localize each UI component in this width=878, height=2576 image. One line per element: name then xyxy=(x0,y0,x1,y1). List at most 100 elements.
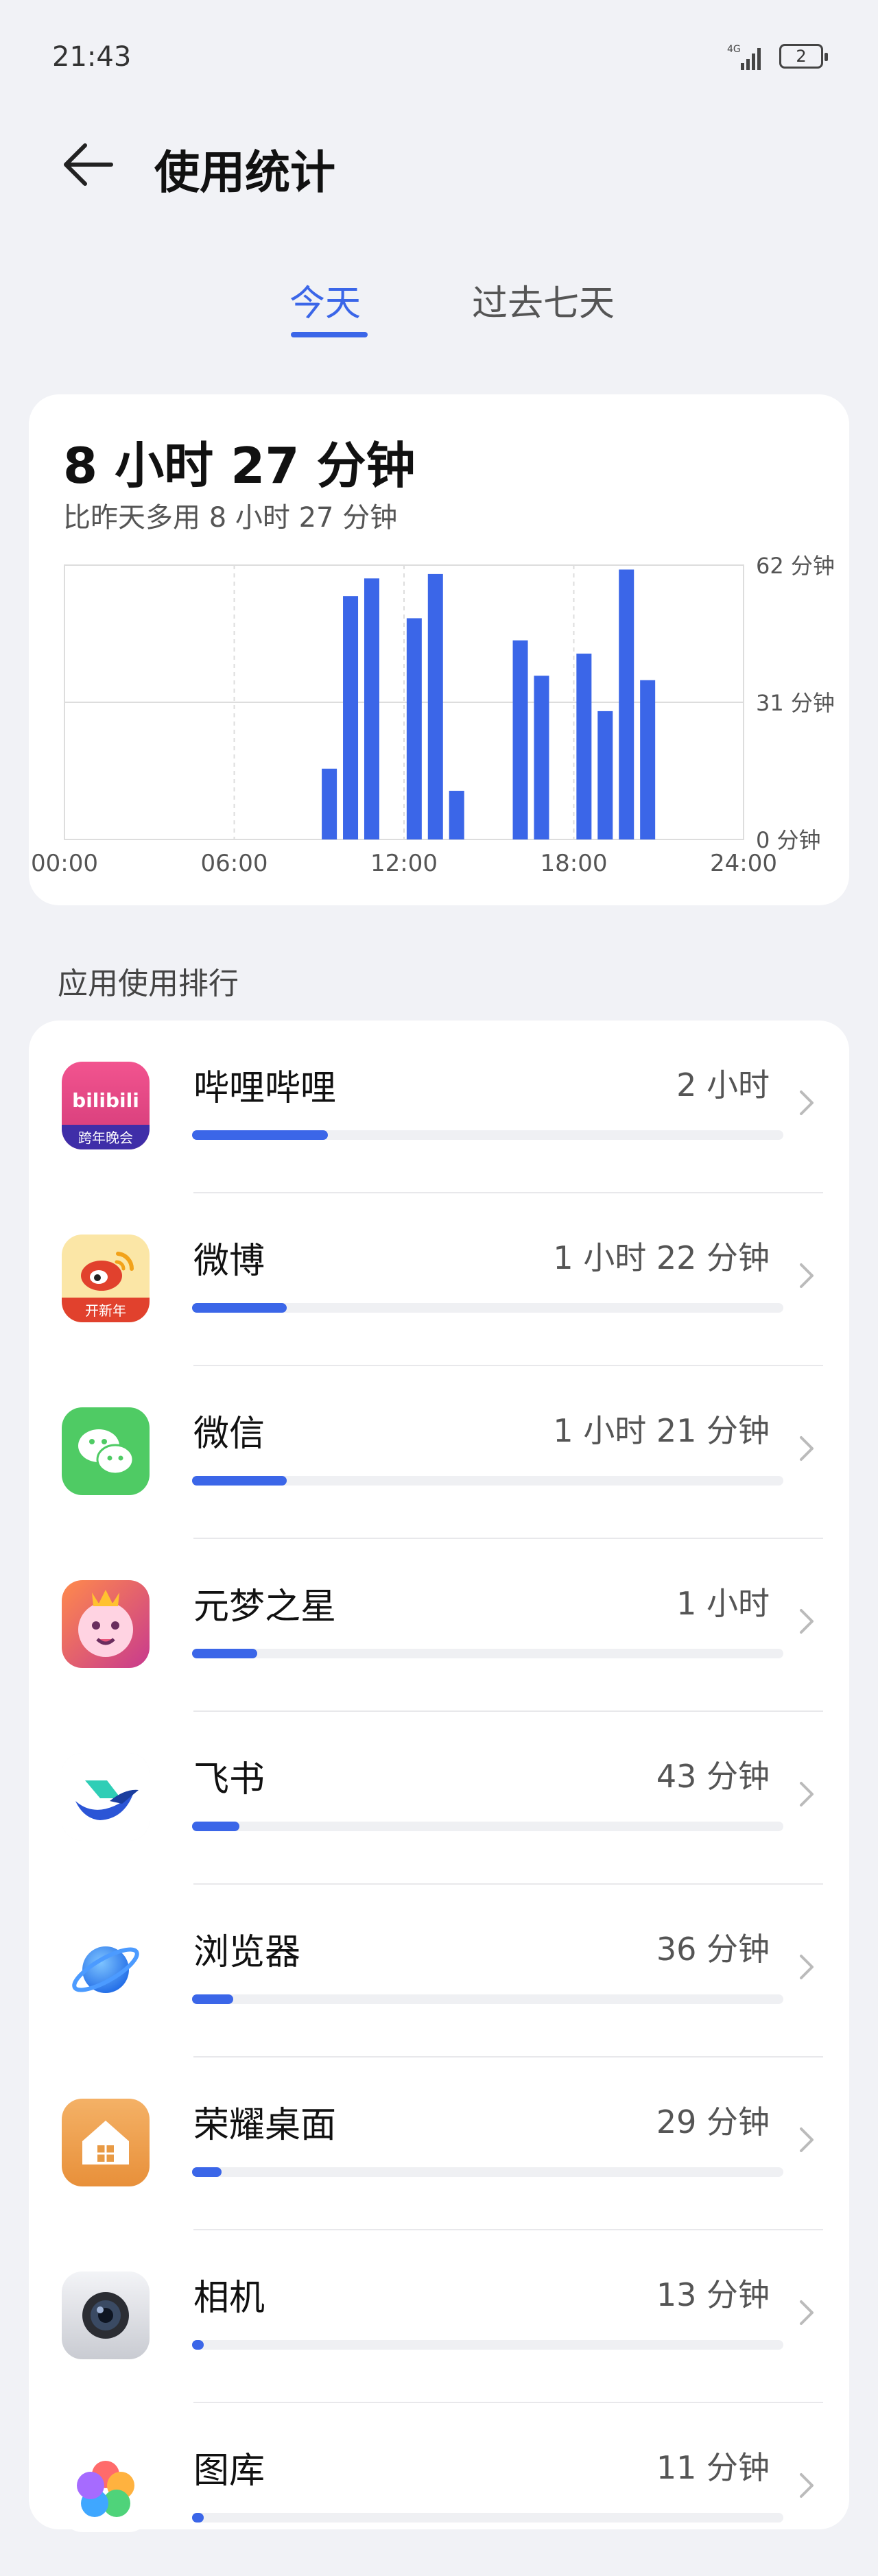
usage-progress-track xyxy=(192,1994,783,2004)
browser-icon xyxy=(62,1926,150,2014)
app-duration: 11 分钟 xyxy=(656,2449,770,2486)
app-name: 飞书 xyxy=(193,1759,265,1800)
usage-progress-fill xyxy=(192,1476,287,1486)
battery-level: 2 xyxy=(796,47,807,66)
app-row[interactable]: 元梦之星 1 小时 xyxy=(29,1539,849,1712)
chart-bar xyxy=(534,676,549,839)
app-name: 微博 xyxy=(193,1241,265,1282)
usage-progress-fill xyxy=(192,2167,222,2177)
app-duration: 1 小时 21 分钟 xyxy=(553,1412,770,1449)
usage-progress-fill xyxy=(192,1130,329,1140)
usage-progress-fill xyxy=(192,1649,257,1658)
app-name: 微信 xyxy=(193,1414,265,1455)
chart-bar xyxy=(449,791,464,839)
gallery-icon xyxy=(62,2444,150,2532)
battery-icon: 2 xyxy=(779,44,828,69)
status-bar: 21:43 4G 2 xyxy=(0,0,878,117)
chart-y-tick-label: 62 分钟 xyxy=(756,553,835,579)
chart-x-tick-label: 24:00 xyxy=(710,850,777,877)
chevron-right-icon xyxy=(800,1090,814,1115)
total-usage: 8 小时 27 分钟 xyxy=(63,437,416,494)
chart-bar xyxy=(322,768,337,839)
chart-bar xyxy=(364,578,379,839)
hourly-usage-chart: 00:00 06:00 12:00 18:00 24:00 62 分钟 31 分钟 0 分钟 xyxy=(31,553,835,877)
ranking-title: 应用使用排行 xyxy=(58,966,239,1001)
bilibili-icon: bilibili 跨年晚会 xyxy=(62,1062,150,1149)
app-row[interactable]: 微信 1 小时 21 分钟 xyxy=(29,1366,849,1539)
chart-bar xyxy=(576,654,592,839)
app-name: 图库 xyxy=(193,2450,265,2492)
tab-active-indicator xyxy=(291,332,368,337)
usage-progress-track xyxy=(192,1130,783,1140)
page-title: 使用统计 xyxy=(154,146,335,199)
chevron-right-icon xyxy=(800,2473,814,2498)
app-duration: 29 分钟 xyxy=(656,2103,770,2140)
weibo-icon: 开新年 xyxy=(62,1235,150,1322)
app-duration: 36 分钟 xyxy=(656,1931,770,1968)
usage-progress-track xyxy=(192,1303,783,1313)
chart-bar xyxy=(640,680,656,839)
usage-progress-fill xyxy=(192,1303,287,1313)
status-time: 21:43 xyxy=(52,41,132,73)
usage-progress-fill xyxy=(192,1994,234,2004)
usage-progress-track xyxy=(192,2340,783,2350)
app-name: 相机 xyxy=(193,2278,265,2319)
app-name: 荣耀桌面 xyxy=(193,2105,337,2146)
usage-progress-fill xyxy=(192,2513,204,2523)
app-duration: 1 小时 22 分钟 xyxy=(553,1239,770,1276)
tab-past-seven-days[interactable]: 过去七天 xyxy=(472,274,615,326)
app-duration: 2 小时 xyxy=(676,1066,770,1104)
app-duration: 43 分钟 xyxy=(656,1758,770,1795)
chevron-right-icon xyxy=(800,1782,814,1806)
bilibili-tag-text: 跨年晚会 xyxy=(78,1130,133,1146)
chevron-right-icon xyxy=(800,1263,814,1288)
chart-bar xyxy=(619,569,634,839)
game-icon xyxy=(62,1580,150,1668)
usage-progress-track xyxy=(192,1649,783,1658)
back-arrow-icon[interactable] xyxy=(58,137,119,192)
chevron-right-icon xyxy=(800,1609,814,1634)
app-duration: 13 分钟 xyxy=(656,2276,770,2313)
app-row[interactable]: 浏览器 36 分钟 xyxy=(29,1885,849,2058)
usage-progress-fill xyxy=(192,2340,204,2350)
usage-progress-track xyxy=(192,2513,783,2523)
usage-progress-track xyxy=(192,1476,783,1486)
chevron-right-icon xyxy=(800,2127,814,2152)
chart-bar xyxy=(343,596,359,839)
chart-y-tick-label: 0 分钟 xyxy=(756,827,821,853)
app-row[interactable]: 荣耀桌面 29 分钟 xyxy=(29,2058,849,2230)
chart-bar xyxy=(427,573,443,839)
app-row[interactable]: 飞书 43 分钟 xyxy=(29,1712,849,1885)
wechat-icon xyxy=(62,1407,150,1495)
chart-x-tick-label: 06:00 xyxy=(201,850,268,877)
app-name: 哔哩哔哩 xyxy=(193,1068,337,1109)
chart-bar xyxy=(597,711,613,839)
chart-y-tick-label: 31 分钟 xyxy=(756,690,835,716)
tab-today[interactable]: 今天 xyxy=(289,274,361,326)
usage-comparison: 比昨天多用 8 小时 27 分钟 xyxy=(63,502,398,534)
chevron-right-icon xyxy=(800,2300,814,2325)
app-row[interactable]: 相机 13 分钟 xyxy=(29,2230,849,2403)
home-icon xyxy=(62,2099,150,2186)
signal-icon: 4G xyxy=(727,44,761,70)
chart-bar xyxy=(512,640,528,839)
usage-progress-fill xyxy=(192,1822,239,1831)
app-row[interactable]: 图库 11 分钟 xyxy=(29,2403,849,2576)
camera-icon xyxy=(62,2271,150,2359)
usage-progress-track xyxy=(192,2167,783,2177)
app-row[interactable]: bilibili 跨年晚会 哔哩哔哩 2 小时 xyxy=(29,1021,849,1193)
bilibili-logo-text: bilibili xyxy=(72,1089,139,1112)
chevron-right-icon xyxy=(800,1436,814,1461)
chevron-right-icon xyxy=(800,1955,814,1979)
chart-x-tick-label: 00:00 xyxy=(31,850,98,877)
weibo-tag-text: 开新年 xyxy=(85,1302,126,1319)
app-name: 浏览器 xyxy=(193,1932,301,1973)
chart-bar xyxy=(406,618,422,839)
chart-x-tick-label: 12:00 xyxy=(370,850,438,877)
network-type: 4G xyxy=(727,44,741,55)
app-name: 元梦之星 xyxy=(193,1586,337,1627)
usage-progress-track xyxy=(192,1822,783,1831)
app-duration: 1 小时 xyxy=(676,1585,770,1622)
chart-x-tick-label: 18:00 xyxy=(541,850,608,877)
app-row[interactable]: 开新年 微博 1 小时 22 分钟 xyxy=(29,1193,849,1366)
